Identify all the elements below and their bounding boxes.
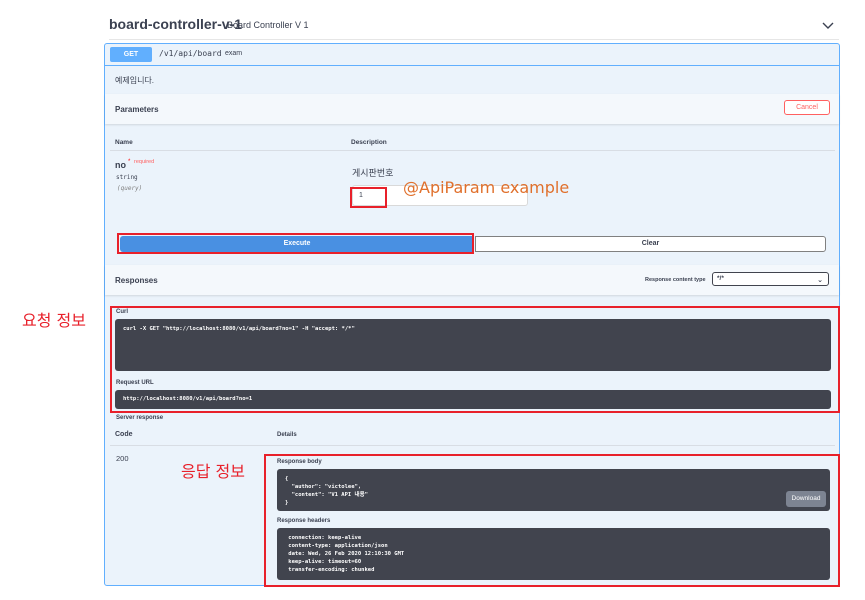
code-column-header: Code — [115, 431, 133, 438]
details-column-header: Details — [277, 432, 297, 438]
column-header-description: Description — [351, 139, 387, 146]
api-param-annotation: @ApiParam example — [403, 178, 570, 197]
section-description: Board Controller V 1 — [227, 20, 309, 30]
operation-path: /v1/api/board — [159, 49, 222, 58]
http-method-badge: GET — [110, 47, 152, 62]
parameter-name: no — [115, 160, 126, 170]
operation-summary[interactable]: GET /v1/api/board exam — [105, 44, 839, 66]
execute-highlight — [117, 233, 474, 254]
required-label: required — [134, 159, 155, 165]
response-info-highlight — [264, 454, 840, 587]
server-response-label: Server response — [116, 415, 164, 421]
parameters-header: Parameters Cancel — [105, 94, 839, 124]
operation-description: 예제입니다. — [115, 76, 155, 85]
select-arrow-icon: ⌄ — [817, 277, 823, 284]
responses-header: Responses Response content type */* ⌄ — [105, 265, 839, 295]
responses-title: Responses — [115, 276, 158, 285]
divider — [110, 445, 835, 446]
clear-button[interactable]: Clear — [475, 236, 826, 252]
response-content-type-select[interactable]: */* ⌄ — [712, 272, 829, 286]
section-title: board-controller-v-1 — [109, 16, 243, 32]
parameter-type: string — [116, 174, 138, 181]
divider — [110, 150, 835, 151]
response-info-annotation: 응답 정보 — [181, 462, 245, 481]
request-info-annotation: 요청 정보 — [22, 311, 86, 330]
chevron-down-icon[interactable] — [821, 18, 835, 32]
operation-summary-text: exam — [225, 50, 243, 57]
response-content-type-value: */* — [717, 275, 724, 282]
section-header[interactable]: board-controller-v-1 Board Controller V … — [109, 12, 839, 40]
parameters-title: Parameters — [115, 105, 159, 114]
request-info-highlight — [110, 306, 840, 413]
parameter-description: 게시판번호 — [352, 168, 394, 178]
status-code: 200 — [116, 454, 129, 463]
cancel-button[interactable]: Cancel — [784, 100, 830, 115]
param-value-highlight — [350, 187, 387, 208]
column-header-name: Name — [115, 139, 133, 146]
required-star: * — [128, 159, 131, 165]
response-content-type-label: Response content type — [645, 277, 706, 283]
parameter-location: (query) — [117, 185, 143, 192]
